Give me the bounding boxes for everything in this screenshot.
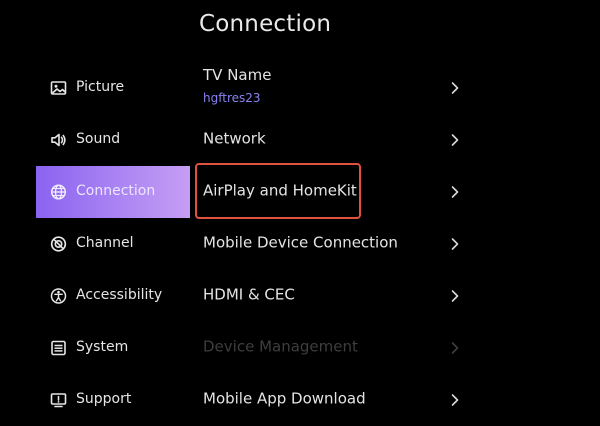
mobile-device-connection-row[interactable]: Mobile Device Connection bbox=[192, 218, 472, 270]
sidebar-item-channel[interactable]: Channel bbox=[36, 218, 190, 270]
chevron-right-icon bbox=[450, 289, 460, 303]
support-icon bbox=[50, 392, 67, 409]
sidebar-item-label: System bbox=[76, 339, 129, 356]
sidebar-item-connection[interactable]: Connection bbox=[36, 166, 190, 218]
airplay-homekit-row[interactable]: AirPlay and HomeKit bbox=[192, 166, 472, 218]
chevron-right-icon bbox=[450, 185, 460, 199]
row-label: Mobile App Download bbox=[203, 389, 366, 408]
channel-icon bbox=[50, 236, 67, 253]
sidebar-item-system[interactable]: System bbox=[36, 322, 190, 374]
tv-name-row[interactable]: TV Name hgftres23 bbox=[192, 62, 472, 114]
sidebar-item-picture[interactable]: Picture bbox=[36, 62, 190, 114]
row-label: Network bbox=[203, 129, 266, 148]
row-label: Device Management bbox=[203, 337, 358, 356]
network-row[interactable]: Network bbox=[192, 114, 472, 166]
row-label: HDMI & CEC bbox=[203, 285, 295, 304]
globe-icon bbox=[50, 184, 67, 201]
row-label: TV Name bbox=[203, 66, 272, 84]
system-icon bbox=[50, 340, 67, 357]
page-title: Connection bbox=[199, 11, 332, 37]
chevron-right-icon bbox=[450, 393, 460, 407]
sidebar-item-support[interactable]: Support bbox=[36, 374, 190, 426]
sidebar-item-sound[interactable]: Sound bbox=[36, 114, 190, 166]
speaker-icon bbox=[50, 132, 67, 149]
chevron-right-icon bbox=[450, 81, 460, 95]
sidebar-item-label: Sound bbox=[76, 131, 121, 148]
chevron-right-icon bbox=[450, 237, 460, 251]
sidebar-item-label: Channel bbox=[76, 235, 134, 252]
row-label: Mobile Device Connection bbox=[203, 233, 398, 252]
sidebar-item-accessibility[interactable]: Accessibility bbox=[36, 270, 190, 322]
sidebar-item-label: Connection bbox=[76, 183, 156, 200]
tv-name-value: hgftres23 bbox=[203, 91, 261, 105]
accessibility-icon bbox=[50, 288, 67, 305]
device-management-row: Device Management bbox=[192, 322, 472, 374]
hdmi-cec-row[interactable]: HDMI & CEC bbox=[192, 270, 472, 322]
sidebar-item-label: Picture bbox=[76, 79, 125, 96]
sidebar-item-label: Accessibility bbox=[76, 287, 163, 304]
chevron-right-icon bbox=[450, 341, 460, 355]
mobile-app-download-row[interactable]: Mobile App Download bbox=[192, 374, 472, 426]
row-label: AirPlay and HomeKit bbox=[203, 181, 357, 200]
sidebar-item-label: Support bbox=[76, 391, 132, 408]
picture-icon bbox=[50, 80, 67, 97]
chevron-right-icon bbox=[450, 133, 460, 147]
